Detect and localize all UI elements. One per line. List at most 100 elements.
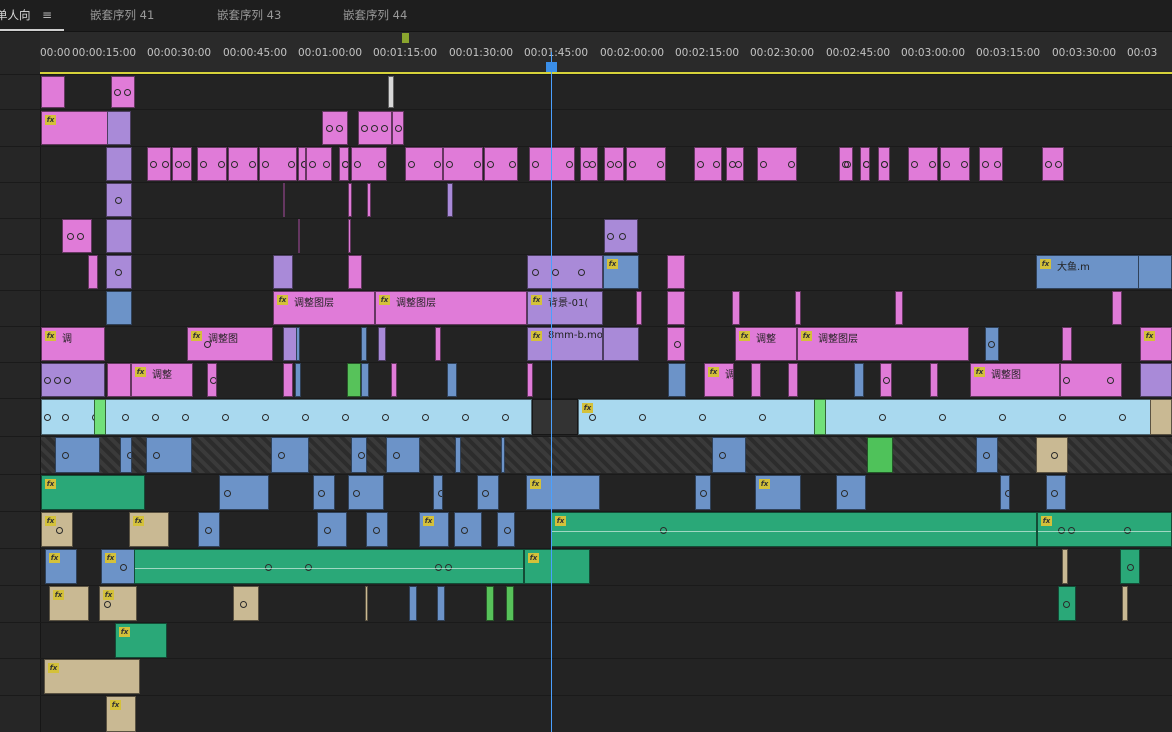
keyframe-marker[interactable]	[249, 161, 256, 168]
keyframe-marker[interactable]	[56, 526, 63, 534]
timeline-clip[interactable]	[1042, 147, 1064, 181]
keyframe-marker[interactable]	[153, 452, 160, 459]
keyframe-marker[interactable]	[532, 269, 539, 276]
keyframe-marker[interactable]	[361, 125, 368, 132]
timeline-clip[interactable]	[351, 437, 367, 473]
timeline-clip[interactable]	[339, 147, 349, 181]
time-ruler[interactable]: 00:00 00:00:15:00 00:00:30:00 00:00:45:00 00…	[40, 32, 1172, 74]
keyframe-marker[interactable]	[318, 489, 325, 497]
timeline-clip[interactable]	[283, 327, 297, 361]
keyframe-marker[interactable]	[262, 414, 269, 421]
timeline-clip[interactable]	[712, 437, 746, 473]
timeline-clip[interactable]: fx	[1037, 512, 1172, 547]
keyframe-marker[interactable]	[589, 414, 596, 421]
tab-single[interactable]: 单人向	[0, 0, 31, 31]
keyframe-marker[interactable]	[735, 161, 742, 168]
timeline-clip[interactable]: fx 调	[704, 363, 734, 397]
timeline-clip[interactable]	[626, 147, 666, 181]
timeline-clip[interactable]	[198, 512, 220, 547]
timeline-clip[interactable]	[322, 111, 348, 145]
keyframe-marker[interactable]	[205, 526, 212, 534]
keyframe-marker[interactable]	[358, 452, 365, 459]
timeline-clip[interactable]	[259, 147, 297, 181]
keyframe-marker[interactable]	[408, 161, 415, 168]
timeline-clip[interactable]: fx	[99, 586, 137, 621]
timeline-clip[interactable]	[1036, 437, 1068, 473]
keyframe-marker[interactable]	[122, 414, 129, 421]
keyframe-marker[interactable]	[1045, 161, 1052, 168]
timeline-clip[interactable]: fx	[41, 475, 145, 510]
keyframe-marker[interactable]	[278, 452, 285, 459]
keyframe-marker[interactable]	[393, 452, 400, 459]
timeline-clip[interactable]	[146, 437, 192, 473]
keyframe-marker[interactable]	[929, 161, 936, 168]
keyframe-marker[interactable]	[788, 161, 795, 168]
timeline-clip[interactable]	[409, 586, 417, 621]
timeline-clip[interactable]	[295, 363, 301, 397]
keyframe-marker[interactable]	[487, 161, 494, 168]
timeline-clip[interactable]	[361, 327, 367, 361]
keyframe-marker[interactable]	[615, 161, 622, 168]
keyframe-marker[interactable]	[482, 489, 489, 497]
timeline-clip[interactable]	[313, 475, 335, 510]
keyframe-marker[interactable]	[104, 600, 111, 608]
timeline-clip[interactable]	[836, 475, 866, 510]
timeline-clip[interactable]	[351, 147, 387, 181]
timeline-clip[interactable]	[455, 437, 461, 473]
keyframe-marker[interactable]	[353, 489, 360, 497]
timeline-clip[interactable]	[283, 183, 285, 217]
keyframe-marker[interactable]	[939, 414, 946, 421]
tab-nested-43[interactable]: 嵌套序列 43	[217, 0, 281, 31]
keyframe-marker[interactable]	[67, 233, 74, 240]
timeline-clip[interactable]	[94, 399, 106, 435]
timeline-clip[interactable]	[317, 512, 347, 547]
keyframe-marker[interactable]	[844, 161, 851, 168]
timeline-clip[interactable]: fx 背景-01(	[527, 291, 603, 325]
keyframe-marker[interactable]	[288, 161, 295, 168]
timeline-clip[interactable]	[433, 475, 443, 510]
timeline-clip[interactable]	[604, 219, 638, 253]
playhead-handle[interactable]	[546, 62, 557, 72]
timeline-tracks[interactable]: fx fx fx 大鱼.m fx 调整图层 fx 调整图层 fx 背景-01(fx 调 fx 调整图 fx…	[41, 74, 1172, 732]
timeline-clip[interactable]	[527, 363, 533, 397]
timeline-clip[interactable]	[1112, 291, 1122, 325]
timeline-clip[interactable]: fx 调整图	[187, 327, 273, 361]
keyframe-marker[interactable]	[127, 452, 131, 459]
timeline-clip[interactable]	[271, 437, 309, 473]
keyframe-marker[interactable]	[552, 269, 559, 276]
timeline-clip[interactable]	[477, 475, 499, 510]
keyframe-marker[interactable]	[607, 233, 614, 240]
keyframe-marker[interactable]	[323, 161, 330, 168]
keyframe-marker[interactable]	[697, 161, 704, 168]
keyframe-marker[interactable]	[114, 89, 121, 96]
keyframe-marker[interactable]	[1051, 452, 1058, 459]
timeline-clip[interactable]	[1058, 586, 1076, 621]
timeline-clip[interactable]	[604, 147, 624, 181]
keyframe-marker[interactable]	[422, 414, 429, 421]
timeline-clip[interactable]	[484, 147, 518, 181]
timeline-clip[interactable]: fx 调整图层	[273, 291, 375, 325]
keyframe-marker[interactable]	[1055, 161, 1062, 168]
keyframe-marker[interactable]	[309, 161, 316, 168]
keyframe-marker[interactable]	[532, 161, 539, 168]
keyframe-marker[interactable]	[629, 161, 636, 168]
keyframe-marker[interactable]	[381, 125, 388, 132]
keyframe-marker[interactable]	[224, 489, 231, 497]
keyframe-marker[interactable]	[62, 452, 69, 459]
timeline-clip[interactable]	[1060, 363, 1122, 397]
timeline-clip[interactable]	[979, 147, 1003, 181]
keyframe-marker[interactable]	[222, 414, 229, 421]
timeline-clip[interactable]	[527, 255, 603, 289]
timeline-clip[interactable]	[348, 219, 351, 253]
timeline-clip[interactable]	[976, 437, 998, 473]
playhead-line[interactable]	[551, 52, 552, 732]
timeline-clip[interactable]	[908, 147, 938, 181]
keyframe-marker[interactable]	[1107, 377, 1114, 384]
timeline-clip[interactable]	[454, 512, 482, 547]
keyframe-marker[interactable]	[841, 489, 848, 497]
timeline-clip[interactable]	[930, 363, 938, 397]
keyframe-marker[interactable]	[502, 414, 509, 421]
keyframe-marker[interactable]	[578, 269, 585, 276]
timeline-clip[interactable]	[405, 147, 443, 181]
timeline-clip[interactable]: fx 调	[41, 327, 105, 361]
